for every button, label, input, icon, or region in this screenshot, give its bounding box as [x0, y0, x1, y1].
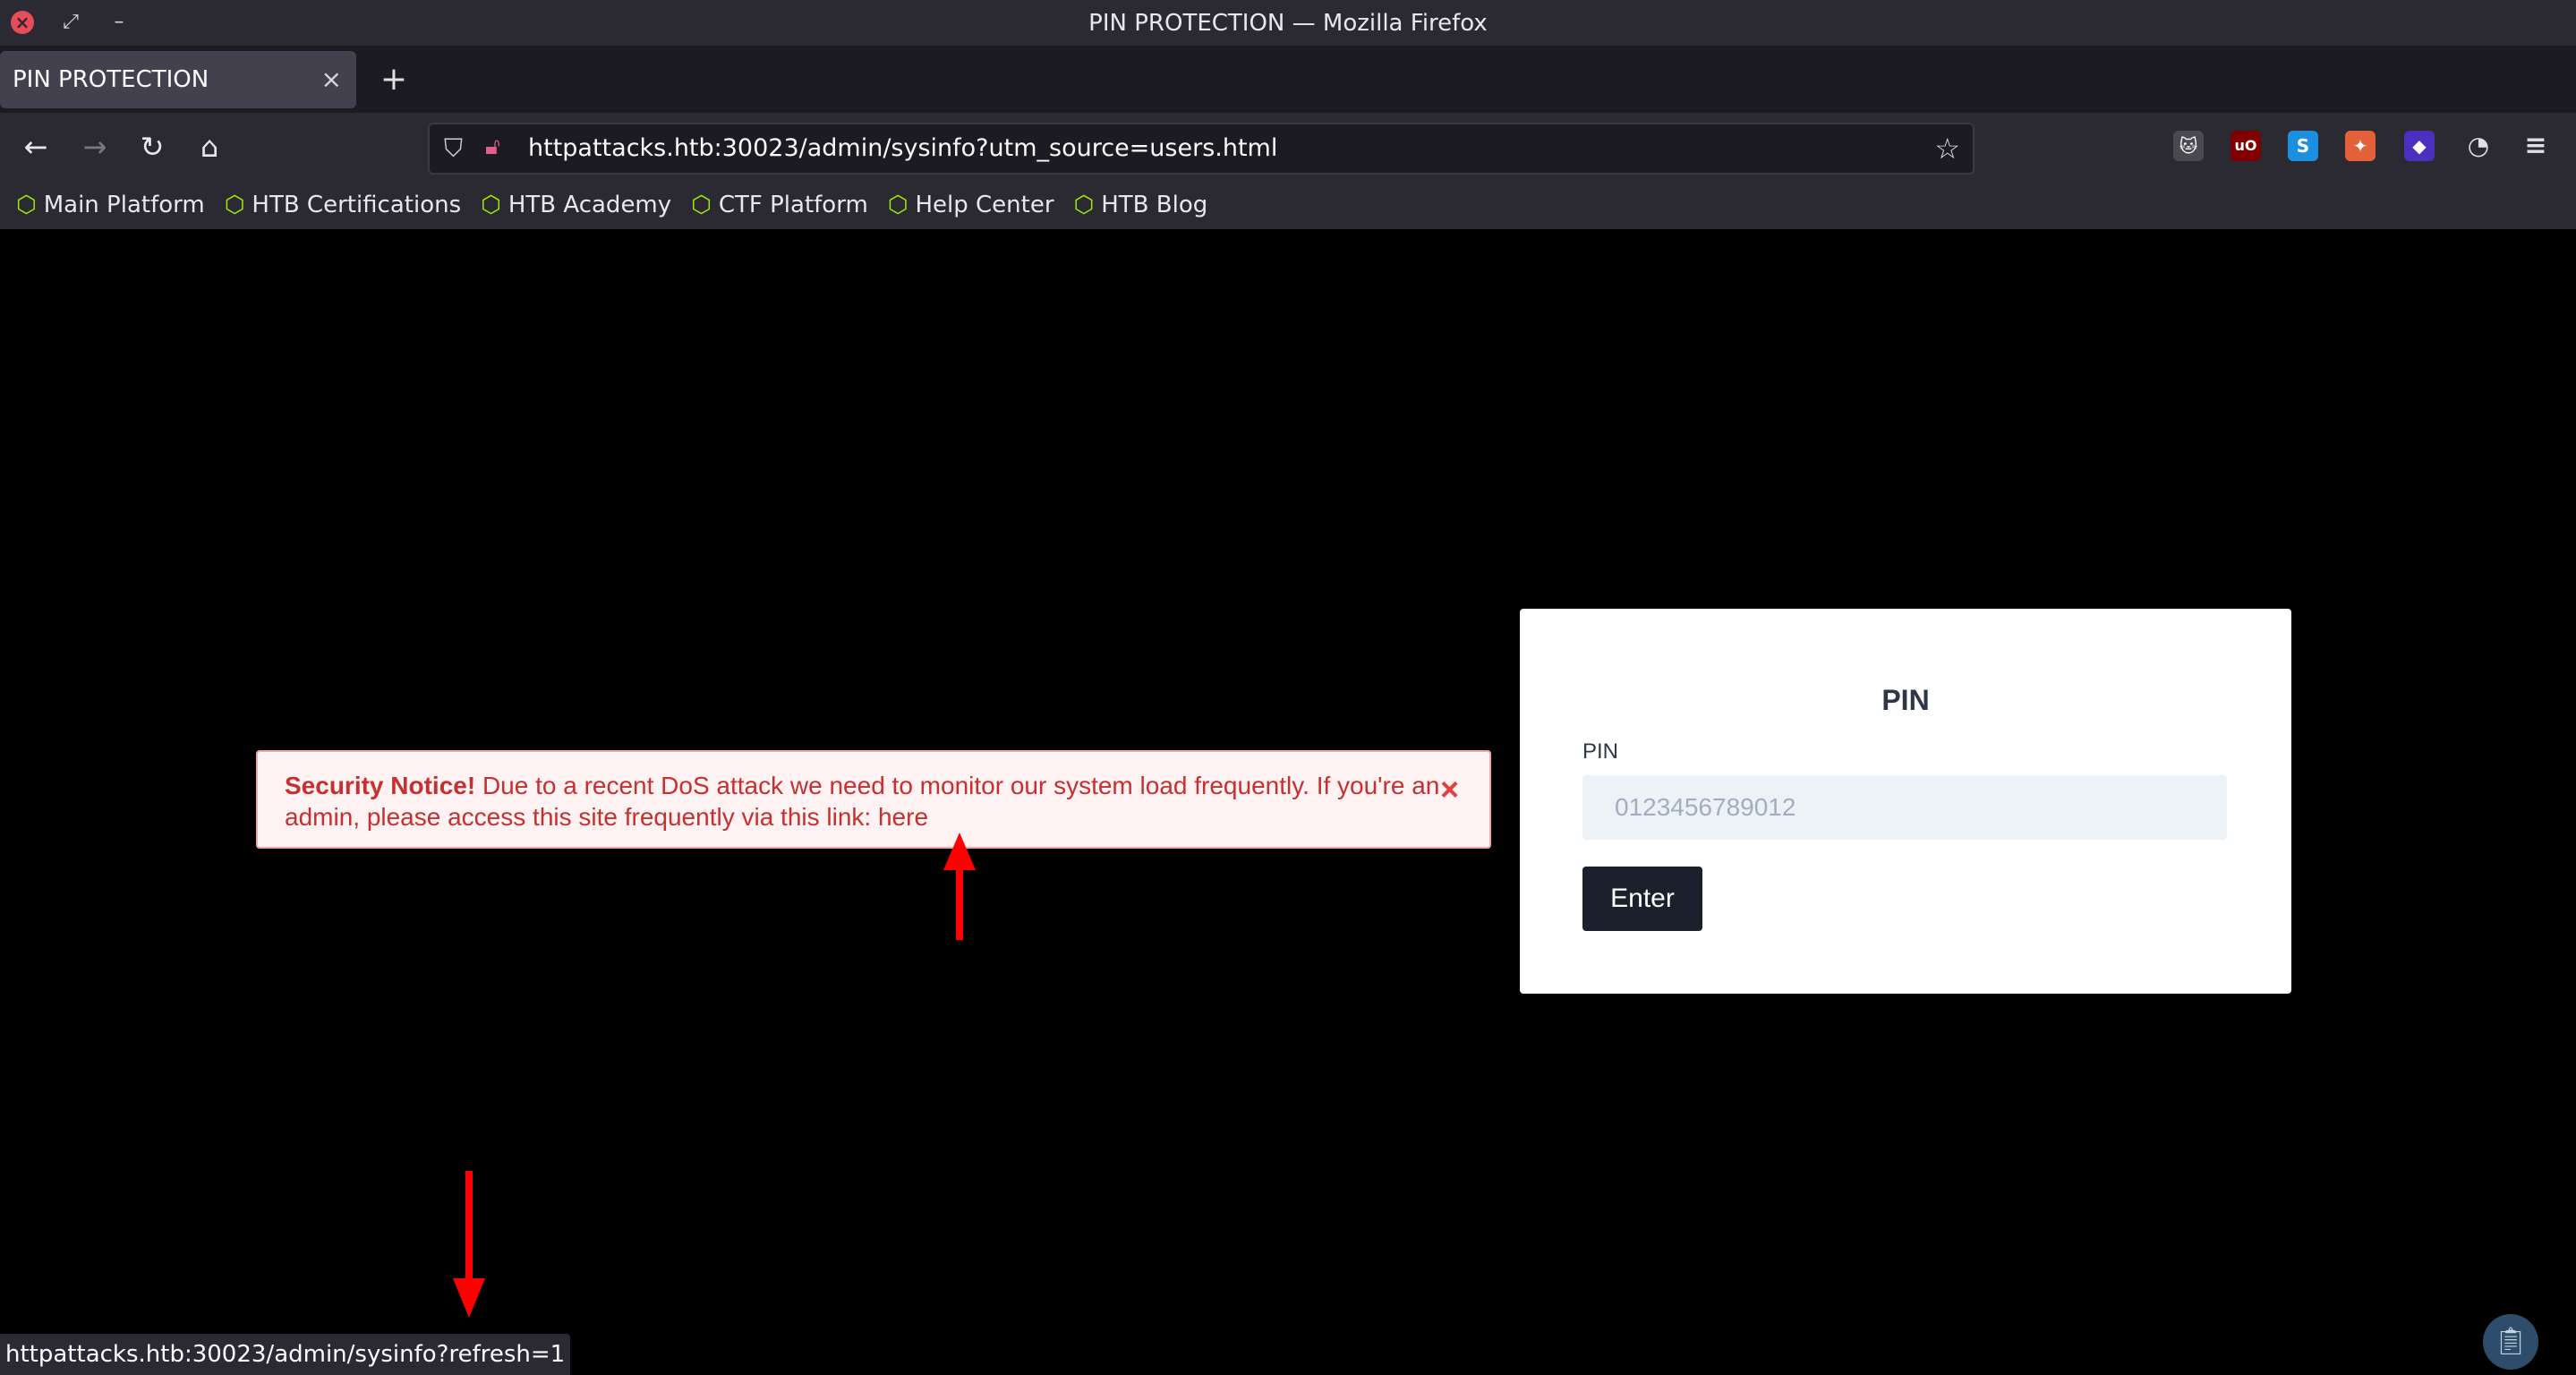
htb-cube-icon: ⬡: [481, 192, 501, 218]
bookmark-htb-academy[interactable]: ⬡ HTB Academy: [481, 192, 671, 218]
ublock-origin-icon[interactable]: uO: [2231, 131, 2261, 161]
tab-strip: PIN PROTECTION × +: [0, 46, 2576, 113]
clipboard-icon[interactable]: 📋︎: [2483, 1314, 2538, 1370]
annotation-arrow-down: [453, 1171, 485, 1318]
card-title: PIN: [1881, 684, 1930, 716]
bookmark-htb-certifications[interactable]: ⬡ HTB Certifications: [225, 192, 461, 218]
close-window-icon[interactable]: ×: [11, 11, 34, 34]
extension-s-icon[interactable]: S: [2288, 131, 2318, 161]
htb-cube-icon: ⬡: [887, 192, 908, 218]
bookmark-label: Main Platform: [43, 192, 205, 218]
new-tab-icon[interactable]: +: [376, 62, 412, 98]
htb-cube-icon: ⬡: [16, 192, 37, 218]
navigation-bar: ← → ↻ ⌂ ⛉ 🔓︎ httpattacks.htb:30023/admin…: [0, 113, 2576, 181]
tab-close-icon[interactable]: ×: [321, 64, 342, 96]
reload-icon[interactable]: ↻: [132, 127, 172, 167]
back-arrow-icon[interactable]: ←: [16, 127, 55, 167]
minimize-window-icon[interactable]: –: [107, 11, 131, 34]
close-icon[interactable]: ×: [1440, 773, 1459, 806]
bookmark-ctf-platform[interactable]: ⬡ CTF Platform: [691, 192, 868, 218]
extension-purple-icon[interactable]: ◆: [2404, 131, 2435, 161]
insecure-lock-icon[interactable]: 🔓︎: [485, 133, 500, 161]
maximize-window-icon[interactable]: ⤢: [59, 11, 82, 34]
bookmark-help-center[interactable]: ⬡ Help Center: [888, 192, 1054, 218]
bookmark-main-platform[interactable]: ⬡ Main Platform: [16, 192, 205, 218]
bookmark-star-icon[interactable]: ☆: [1934, 132, 1960, 166]
forward-arrow-icon[interactable]: →: [75, 127, 115, 167]
cookie-icon[interactable]: ◔: [2463, 131, 2494, 161]
notice-link[interactable]: here: [878, 803, 928, 831]
window-controls: × ⤢ –: [11, 11, 131, 34]
tab-active[interactable]: PIN PROTECTION ×: [0, 51, 356, 108]
home-icon[interactable]: ⌂: [190, 127, 229, 167]
pin-input[interactable]: [1582, 775, 2227, 840]
url-text[interactable]: httpattacks.htb:30023/admin/sysinfo?utm_…: [528, 134, 1277, 162]
status-bar-link-preview: httpattacks.htb:30023/admin/sysinfo?refr…: [0, 1334, 571, 1375]
notice-title: Security Notice!: [285, 772, 476, 799]
annotation-arrow-up: [943, 833, 976, 940]
bookmark-label: HTB Blog: [1101, 192, 1208, 218]
bookmarks-bar: ⬡ Main Platform ⬡ HTB Certifications ⬡ HTB …: [0, 181, 2576, 229]
bookmark-htb-blog[interactable]: ⬡ HTB Blog: [1074, 192, 1208, 218]
tracking-shield-icon[interactable]: ⛉: [444, 133, 463, 164]
extension-fox-icon[interactable]: ✦: [2345, 131, 2376, 161]
tab-title: PIN PROTECTION: [13, 66, 209, 93]
bookmark-label: HTB Certifications: [252, 192, 462, 218]
window-titlebar: × ⤢ – PIN PROTECTION — Mozilla Firefox: [0, 0, 2576, 46]
htb-cube-icon: ⬡: [1073, 192, 1095, 218]
pin-card: PIN PIN Enter: [1520, 609, 2291, 994]
enter-button[interactable]: Enter: [1582, 867, 1702, 931]
bookmark-label: CTF Platform: [718, 192, 868, 218]
security-notice-alert: Security Notice! Due to a recent DoS att…: [256, 750, 1491, 849]
extension-cat-icon[interactable]: 🐱︎: [2173, 131, 2204, 161]
htb-cube-icon: ⬡: [224, 192, 245, 218]
bookmark-label: Help Center: [915, 192, 1054, 218]
pin-label: PIN: [1582, 739, 1619, 764]
url-bar[interactable]: ⛉ 🔓︎ httpattacks.htb:30023/admin/sysinfo…: [428, 123, 1975, 175]
bookmark-label: HTB Academy: [508, 192, 672, 218]
window-title: PIN PROTECTION — Mozilla Firefox: [1088, 9, 1488, 37]
menu-hamburger-icon[interactable]: ≡: [2521, 131, 2551, 161]
htb-cube-icon: ⬡: [691, 192, 712, 218]
